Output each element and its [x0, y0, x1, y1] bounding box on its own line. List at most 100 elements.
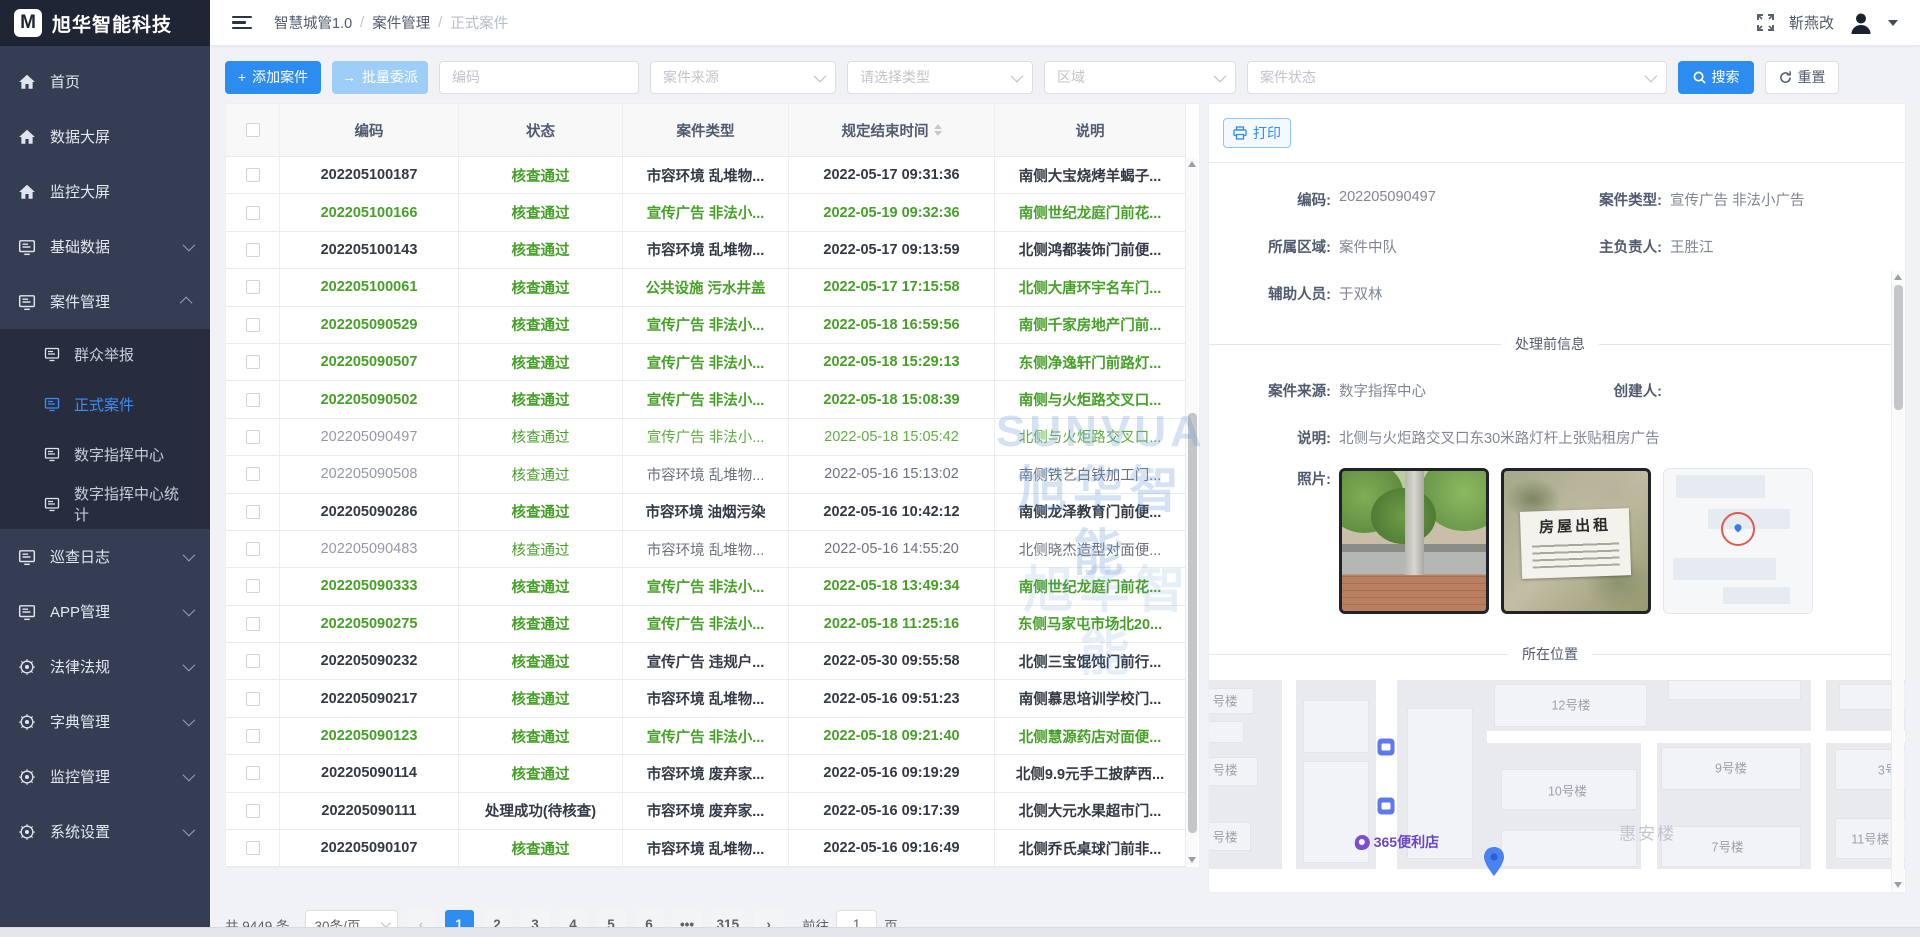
sidebar-item-首页[interactable]: 首页	[0, 54, 210, 109]
cell-type: 市容环境 乱堆物...	[623, 830, 789, 866]
sidebar-item-巡查日志[interactable]: 巡查日志	[0, 529, 210, 584]
sidebar-item-案件管理[interactable]: 案件管理	[0, 274, 210, 329]
print-button[interactable]: 打印	[1223, 118, 1291, 148]
batch-assign-button[interactable]: → 批量委派	[332, 61, 428, 94]
table-row[interactable]: 202205090107核查通过市容环境 乱堆物...2022-05-16 09…	[226, 830, 1186, 867]
sidebar-item-数据大屏[interactable]: 数据大屏	[0, 109, 210, 164]
add-case-button[interactable]: + 添加案件	[225, 61, 321, 94]
table-row[interactable]: 202205090232核查通过宣传广告 违规户...2022-05-30 09…	[226, 643, 1186, 680]
row-checkbox[interactable]	[246, 617, 260, 631]
row-checkbox[interactable]	[246, 206, 260, 220]
sidebar-item-数字指挥中心统计[interactable]: 数字指挥中心统计	[0, 479, 210, 529]
col-header-endtime[interactable]: 规定结束时间	[789, 104, 995, 156]
table-row[interactable]: 202205090286核查通过市容环境 油烟污染2022-05-16 10:4…	[226, 494, 1186, 531]
col-header-code[interactable]: 编码	[280, 104, 459, 156]
row-checkbox[interactable]	[246, 430, 260, 444]
table-row[interactable]: 202205090114核查通过市容环境 废弃家...2022-05-16 09…	[226, 755, 1186, 792]
cell-status: 核查通过	[459, 419, 623, 455]
avatar[interactable]	[1848, 10, 1874, 36]
sidebar-item-label: 正式案件	[74, 394, 192, 415]
table-row[interactable]: 202205090502核查通过宣传广告 非法小...2022-05-18 15…	[226, 381, 1186, 418]
row-checkbox[interactable]	[246, 280, 260, 294]
breadcrumb-item[interactable]: 智慧城管1.0	[274, 12, 352, 33]
cell-endtime: 2022-05-16 09:17:39	[789, 793, 995, 829]
row-checkbox[interactable]	[246, 318, 260, 332]
table-row[interactable]: 202205090275核查通过宣传广告 非法小...2022-05-18 11…	[226, 606, 1186, 643]
sidebar-item-监控大屏[interactable]: 监控大屏	[0, 164, 210, 219]
row-checkbox[interactable]	[246, 355, 260, 369]
table-scrollbar[interactable]	[1185, 158, 1198, 866]
row-checkbox[interactable]	[246, 168, 260, 182]
row-checkbox[interactable]	[246, 729, 260, 743]
row-checkbox[interactable]	[246, 243, 260, 257]
photo-map-thumbnail[interactable]	[1663, 468, 1813, 614]
sidebar-item-监控管理[interactable]: 监控管理	[0, 749, 210, 804]
table-row[interactable]: 202205090123核查通过宣传广告 非法小...2022-05-18 09…	[226, 718, 1186, 755]
printer-icon	[1233, 126, 1247, 140]
sidebar: M 旭华智能科技 首页数据大屏监控大屏基础数据案件管理群众举报正式案件数字指挥中…	[0, 0, 210, 937]
row-checkbox[interactable]	[246, 692, 260, 706]
select-all-checkbox[interactable]	[246, 123, 260, 137]
page-horizontal-scrollbar[interactable]	[0, 927, 1920, 937]
breadcrumb-separator: /	[360, 15, 364, 31]
menu-collapse-icon[interactable]	[232, 16, 252, 30]
col-header-type[interactable]: 案件类型	[623, 104, 789, 156]
table-row[interactable]: 202205100187核查通过市容环境 乱堆物...2022-05-17 09…	[226, 157, 1186, 194]
row-checkbox[interactable]	[246, 654, 260, 668]
row-checkbox[interactable]	[246, 841, 260, 855]
table-row[interactable]: 202205090333核查通过宣传广告 非法小...2022-05-18 13…	[226, 568, 1186, 605]
table-row[interactable]: 202205090507核查通过宣传广告 非法小...2022-05-18 15…	[226, 344, 1186, 381]
table-row[interactable]: 202205100166核查通过宣传广告 非法小...2022-05-19 09…	[226, 194, 1186, 231]
table-row[interactable]: 202205090508核查通过市容环境 乱堆物...2022-05-16 15…	[226, 456, 1186, 493]
case-type-select[interactable]: 请选择类型	[847, 61, 1033, 94]
cell-type: 宣传广告 非法小...	[623, 381, 789, 417]
row-checkbox[interactable]	[246, 766, 260, 780]
sidebar-item-正式案件[interactable]: 正式案件	[0, 379, 210, 429]
row-checkbox[interactable]	[246, 804, 260, 818]
chevron-down-icon[interactable]	[1888, 20, 1898, 26]
sidebar-item-法律法规[interactable]: 法律法规	[0, 639, 210, 694]
search-button[interactable]: 搜索	[1678, 61, 1754, 94]
table-row[interactable]: 202205100061核查通过公共设施 污水井盖2022-05-17 17:1…	[226, 269, 1186, 306]
table-row[interactable]: 202205090217核查通过市容环境 乱堆物...2022-05-16 09…	[226, 680, 1186, 717]
case-source-select[interactable]: 案件来源	[650, 61, 836, 94]
table-row[interactable]: 202205090497核查通过宣传广告 非法小...2022-05-18 15…	[226, 419, 1186, 456]
col-header-desc[interactable]: 说明	[995, 104, 1186, 156]
location-map[interactable]: 12号楼10号楼9号楼3号7号楼11号楼惠安楼号楼号楼号楼 365便利店	[1209, 680, 1905, 883]
cell-type: 宣传广告 非法小...	[623, 718, 789, 754]
username: 靳燕改	[1789, 12, 1834, 33]
cell-type: 宣传广告 非法小...	[623, 194, 789, 230]
sidebar-item-群众举报[interactable]: 群众举报	[0, 329, 210, 379]
table-body: 202205100187核查通过市容环境 乱堆物...2022-05-17 09…	[226, 157, 1186, 867]
sidebar-item-系统设置[interactable]: 系统设置	[0, 804, 210, 859]
sidebar-item-APP管理[interactable]: APP管理	[0, 584, 210, 639]
col-header-status[interactable]: 状态	[459, 104, 623, 156]
table-row[interactable]: 202205090111处理成功(待核查)市容环境 废弃家...2022-05-…	[226, 793, 1186, 830]
table-row[interactable]: 202205100143核查通过市容环境 乱堆物...2022-05-17 09…	[226, 232, 1186, 269]
map-label: 号楼	[1212, 691, 1237, 710]
sidebar-item-基础数据[interactable]: 基础数据	[0, 219, 210, 274]
row-checkbox[interactable]	[246, 467, 260, 481]
row-checkbox[interactable]	[246, 542, 260, 556]
sidebar-item-数字指挥中心[interactable]: 数字指挥中心	[0, 429, 210, 479]
sidebar-item-字典管理[interactable]: 字典管理	[0, 694, 210, 749]
region-select[interactable]: 区域	[1044, 61, 1236, 94]
sort-icons[interactable]	[934, 124, 942, 136]
code-input[interactable]	[439, 61, 639, 94]
refresh-icon	[1779, 71, 1792, 84]
cell-endtime: 2022-05-18 16:59:56	[789, 307, 995, 343]
breadcrumb-item[interactable]: 案件管理	[372, 12, 430, 33]
cell-desc: 南侧世纪龙庭门前花...	[995, 568, 1186, 604]
detail-scrollbar[interactable]	[1891, 271, 1904, 891]
table-row[interactable]: 202205090483核查通过市容环境 乱堆物...2022-05-16 14…	[226, 531, 1186, 568]
row-checkbox[interactable]	[246, 579, 260, 593]
case-status-select[interactable]: 案件状态	[1247, 61, 1667, 94]
sidebar-item-label: 法律法规	[50, 656, 183, 677]
table-row[interactable]: 202205090529核查通过宣传广告 非法小...2022-05-18 16…	[226, 307, 1186, 344]
fullscreen-icon[interactable]	[1756, 13, 1775, 32]
row-checkbox[interactable]	[246, 505, 260, 519]
row-checkbox[interactable]	[246, 393, 260, 407]
photo-street-scene[interactable]	[1339, 468, 1489, 614]
photo-rent-ad[interactable]: 房屋出租	[1501, 468, 1651, 614]
reset-button[interactable]: 重置	[1765, 61, 1839, 94]
